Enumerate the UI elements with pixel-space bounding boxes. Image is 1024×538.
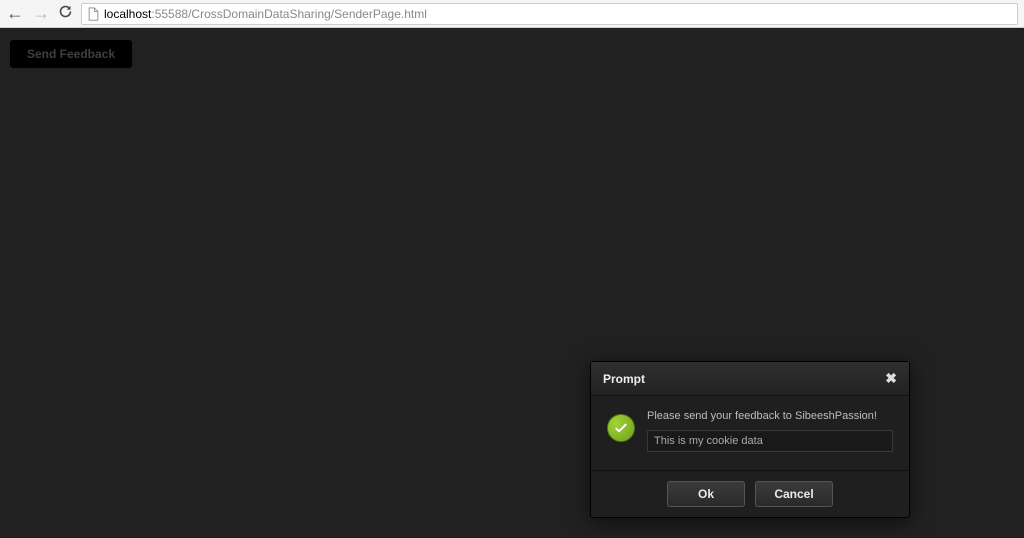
modal-title: Prompt xyxy=(603,372,645,386)
reload-button[interactable] xyxy=(58,4,73,23)
page-icon xyxy=(86,7,100,21)
forward-button: → xyxy=(32,3,50,24)
checkmark-icon xyxy=(607,414,635,442)
modal-footer: Ok Cancel xyxy=(591,470,909,517)
modal-message: Please send your feedback to SibeeshPass… xyxy=(647,410,893,422)
prompt-modal: Prompt ✖ Please send your feedback to Si… xyxy=(590,361,910,518)
cancel-button[interactable]: Cancel xyxy=(755,481,833,507)
modal-body: Please send your feedback to SibeeshPass… xyxy=(591,396,909,470)
ok-button[interactable]: Ok xyxy=(667,481,745,507)
modal-header: Prompt ✖ xyxy=(591,362,909,396)
url-text: localhost:55588/CrossDomainDataSharing/S… xyxy=(104,7,427,21)
feedback-input[interactable] xyxy=(647,430,893,452)
browser-toolbar: ← → localhost:55588/CrossDomainDataShari… xyxy=(0,0,1024,28)
modal-content: Please send your feedback to SibeeshPass… xyxy=(647,410,893,452)
back-button[interactable]: ← xyxy=(6,3,24,24)
page-content: Send Feedback Prompt ✖ Please send your … xyxy=(0,28,1024,538)
close-icon[interactable]: ✖ xyxy=(885,370,897,387)
url-host: localhost xyxy=(104,7,151,21)
url-path: :55588/CrossDomainDataSharing/SenderPage… xyxy=(151,7,427,21)
address-bar[interactable]: localhost:55588/CrossDomainDataSharing/S… xyxy=(81,3,1018,25)
